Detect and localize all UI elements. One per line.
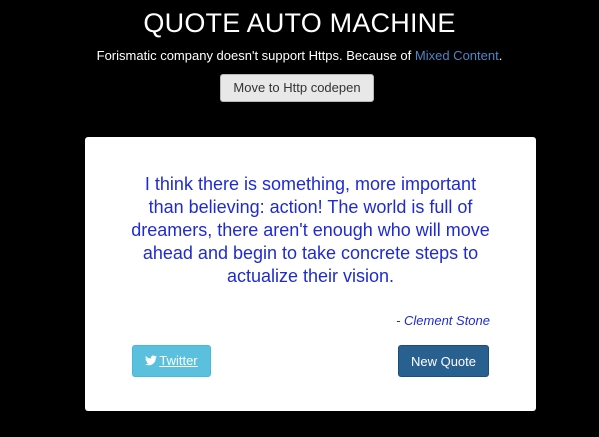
quote-card: I think there is something, more importa… — [85, 137, 536, 411]
twitter-bird-icon — [145, 355, 158, 366]
page-title: QUOTE AUTO MACHINE — [143, 8, 456, 38]
https-notice: Forismatic company doesn't support Https… — [0, 47, 599, 65]
notice-text: Forismatic company doesn't support Https… — [96, 48, 415, 63]
twitter-share-button[interactable]: Twitter — [132, 345, 211, 377]
new-quote-button[interactable]: New Quote — [398, 345, 489, 377]
notice-end: . — [498, 48, 503, 63]
quote-author: - Clement Stone — [396, 313, 490, 328]
move-to-http-codepen-button[interactable]: Move to Http codepen — [220, 74, 374, 102]
quote-text: I think there is something, more importa… — [131, 174, 490, 286]
mixed-content-link[interactable]: Mixed Content — [415, 48, 499, 63]
twitter-label: Twitter — [159, 353, 198, 368]
